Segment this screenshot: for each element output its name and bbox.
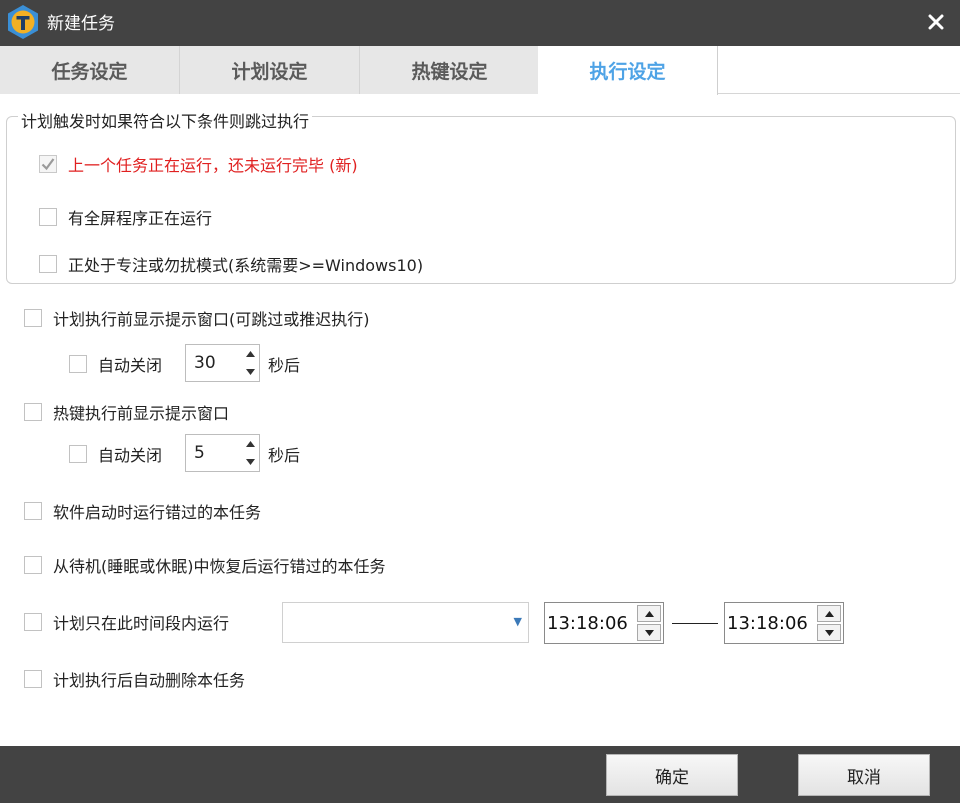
hotkey-auto-close-option[interactable]: 自动关闭 bbox=[69, 442, 162, 466]
window-title: 新建任务 bbox=[47, 14, 115, 34]
end-time-decrement[interactable] bbox=[817, 624, 841, 641]
triangle-down-icon bbox=[246, 459, 255, 465]
auto-delete-checkbox[interactable] bbox=[24, 670, 42, 688]
plan-seconds-spin-buttons bbox=[242, 345, 259, 381]
triangle-up-icon bbox=[246, 351, 255, 357]
end-time-increment[interactable] bbox=[817, 605, 841, 622]
hotkey-seconds-spin-buttons bbox=[242, 435, 259, 471]
triangle-down-icon bbox=[246, 369, 255, 375]
auto-delete-label: 计划执行后自动删除本任务 bbox=[53, 671, 246, 690]
plan-auto-close-option[interactable]: 自动关闭 bbox=[69, 352, 162, 376]
start-time-decrement[interactable] bbox=[637, 624, 661, 641]
run-missed-on-start-checkbox[interactable] bbox=[24, 502, 42, 520]
time-range-separator bbox=[672, 623, 718, 624]
time-window-combo[interactable]: ▼ bbox=[282, 602, 529, 643]
plan-seconds-value[interactable]: 30 bbox=[194, 353, 216, 373]
tab-hotkey-settings[interactable]: 热键设定 bbox=[360, 46, 540, 94]
run-missed-on-start-label: 软件启动时运行错过的本任务 bbox=[53, 503, 262, 522]
tab-task-settings[interactable]: 任务设定 bbox=[0, 46, 180, 94]
triangle-down-icon bbox=[644, 629, 654, 636]
plan-prompt-label: 计划执行前显示提示窗口(可跳过或推迟执行) bbox=[53, 310, 370, 329]
ok-button[interactable]: 确定 bbox=[606, 754, 738, 796]
plan-seconds-unit: 秒后 bbox=[268, 356, 301, 375]
time-window-checkbox[interactable] bbox=[24, 613, 42, 631]
new-task-dialog: 新建任务 任务设定 计划设定 热键设定 执行设定 计划触发时如果符合以下条件则跳… bbox=[0, 0, 960, 803]
skip-if-focus-mode-option[interactable]: 正处于专注或勿扰模式(系统需要>=Windows10) bbox=[39, 252, 423, 276]
end-time-value[interactable]: 13:18:06 bbox=[727, 613, 808, 634]
start-time-picker[interactable]: 13:18:06 bbox=[544, 602, 664, 644]
time-window-option[interactable]: 计划只在此时间段内运行 bbox=[24, 610, 229, 634]
run-missed-on-resume-option[interactable]: 从待机(睡眠或休眠)中恢复后运行错过的本任务 bbox=[24, 553, 386, 577]
triangle-up-icon bbox=[644, 610, 654, 617]
plan-seconds-spinbox[interactable]: 30 bbox=[185, 344, 260, 382]
start-time-spin-buttons bbox=[637, 605, 661, 641]
plan-prompt-checkbox[interactable] bbox=[24, 309, 42, 327]
plan-seconds-decrement[interactable] bbox=[242, 363, 259, 381]
title-bar: 新建任务 bbox=[0, 0, 960, 46]
run-missed-on-start-option[interactable]: 软件启动时运行错过的本任务 bbox=[24, 499, 261, 523]
triangle-up-icon bbox=[824, 610, 834, 617]
auto-delete-option[interactable]: 计划执行后自动删除本任务 bbox=[24, 667, 245, 691]
close-button[interactable] bbox=[922, 8, 950, 36]
plan-seconds-increment[interactable] bbox=[242, 345, 259, 363]
start-time-increment[interactable] bbox=[637, 605, 661, 622]
checkmark-icon bbox=[41, 158, 55, 171]
plan-prompt-option[interactable]: 计划执行前显示提示窗口(可跳过或推迟执行) bbox=[24, 306, 370, 330]
run-missed-on-resume-label: 从待机(睡眠或休眠)中恢复后运行错过的本任务 bbox=[53, 557, 386, 576]
skip-if-focus-mode-label: 正处于专注或勿扰模式(系统需要>=Windows10) bbox=[68, 256, 424, 275]
app-logo-icon bbox=[8, 5, 38, 39]
dropdown-arrow-icon: ▼ bbox=[513, 615, 522, 628]
skip-if-focus-mode-checkbox[interactable] bbox=[39, 255, 57, 273]
skip-if-fullscreen-checkbox[interactable] bbox=[39, 208, 57, 226]
run-missed-on-resume-checkbox[interactable] bbox=[24, 556, 42, 574]
skip-if-previous-running-label: 上一个任务正在运行，还未运行完毕 (新) bbox=[68, 156, 358, 175]
skip-conditions-title: 计划触发时如果符合以下条件则跳过执行 bbox=[18, 108, 313, 132]
hotkey-prompt-label: 热键执行前显示提示窗口 bbox=[53, 404, 230, 423]
start-time-value[interactable]: 13:18:06 bbox=[547, 613, 628, 634]
hotkey-prompt-checkbox[interactable] bbox=[24, 403, 42, 421]
triangle-down-icon bbox=[824, 629, 834, 636]
skip-if-previous-running-checkbox[interactable] bbox=[39, 155, 57, 173]
triangle-up-icon bbox=[246, 441, 255, 447]
hotkey-seconds-spinbox[interactable]: 5 bbox=[185, 434, 260, 472]
dialog-footer: 确定 取消 bbox=[0, 746, 960, 803]
tab-schedule-settings[interactable]: 计划设定 bbox=[180, 46, 360, 94]
skip-if-fullscreen-label: 有全屏程序正在运行 bbox=[68, 209, 213, 228]
hotkey-seconds-decrement[interactable] bbox=[242, 453, 259, 471]
hotkey-auto-close-label: 自动关闭 bbox=[98, 446, 163, 465]
close-icon bbox=[928, 14, 944, 30]
hotkey-prompt-option[interactable]: 热键执行前显示提示窗口 bbox=[24, 400, 229, 424]
hotkey-auto-close-checkbox[interactable] bbox=[69, 445, 87, 463]
tab-bar: 任务设定 计划设定 热键设定 执行设定 bbox=[0, 46, 960, 95]
plan-auto-close-label: 自动关闭 bbox=[98, 356, 163, 375]
skip-if-fullscreen-option[interactable]: 有全屏程序正在运行 bbox=[39, 205, 212, 229]
hotkey-seconds-increment[interactable] bbox=[242, 435, 259, 453]
hotkey-seconds-unit: 秒后 bbox=[268, 446, 301, 465]
hotkey-seconds-value[interactable]: 5 bbox=[194, 443, 205, 463]
end-time-spin-buttons bbox=[817, 605, 841, 641]
time-window-label: 计划只在此时间段内运行 bbox=[53, 614, 230, 633]
tab-execution-settings[interactable]: 执行设定 bbox=[538, 46, 718, 95]
cancel-button[interactable]: 取消 bbox=[798, 754, 930, 796]
end-time-picker[interactable]: 13:18:06 bbox=[724, 602, 844, 644]
skip-if-previous-running-option[interactable]: 上一个任务正在运行，还未运行完毕 (新) bbox=[39, 152, 358, 176]
plan-auto-close-checkbox[interactable] bbox=[69, 355, 87, 373]
